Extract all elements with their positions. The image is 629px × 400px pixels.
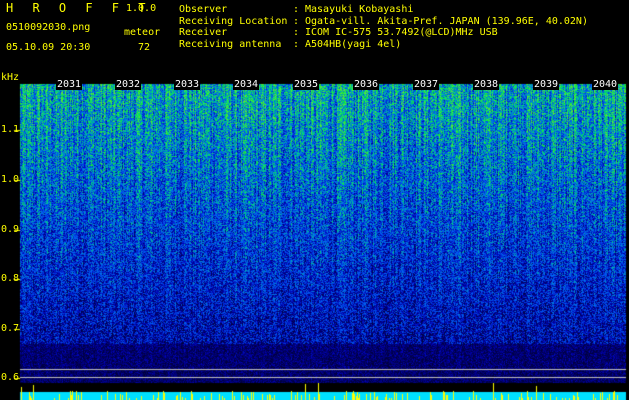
date-time: 05.10.09 20:30 (6, 42, 91, 53)
info-separator: : (293, 38, 306, 50)
time-label: 2039 (533, 79, 560, 90)
y-tick-label: 0.6 (1, 372, 20, 383)
info-value: ICOM IC-575 53.7492(@LCD)MHz USB (305, 27, 498, 38)
time-label: 2031 (56, 79, 83, 90)
info-row-receiver: Receiver: ICOM IC-575 53.7492(@LCD)MHz U… (179, 27, 588, 39)
info-key: Observer (179, 4, 228, 15)
info-value: Masayuki Kobayashi (305, 4, 414, 15)
y-tick-label: 1.1 (1, 124, 20, 135)
axis-unit-label: kHz (1, 72, 20, 83)
time-label: 2035 (293, 79, 320, 90)
app-version: 1.0.0 (126, 3, 157, 14)
info-row-antenna: Receiving antenna: A504HB(yagi 4el) (179, 39, 588, 51)
time-label: 2040 (592, 79, 619, 90)
info-row-observer: Observer: Masayuki Kobayashi (179, 4, 588, 16)
spectrogram-canvas (0, 0, 629, 400)
time-label: 2033 (174, 79, 201, 90)
time-label: 2036 (353, 79, 380, 90)
info-separator: : (293, 27, 306, 38)
y-tick-label: 1.0 (1, 174, 20, 185)
info-value: Ogata-vill. Akita-Pref. JAPAN (139.96E, … (305, 15, 588, 27)
info-key: Receiving antenna (179, 38, 282, 50)
y-tick-label: 0.8 (1, 273, 20, 284)
info-separator: : (293, 15, 306, 27)
info-key: Receiving Location (179, 15, 288, 27)
info-row-location: Receiving Location: Ogata-vill. Akita-Pr… (179, 16, 588, 28)
time-label: 2032 (115, 79, 142, 90)
time-label: 2038 (473, 79, 500, 90)
info-value: A504HB(yagi 4el) (305, 38, 402, 50)
file-name: 0510092030.png (6, 22, 91, 33)
time-label: 2034 (233, 79, 260, 90)
time-label: 2037 (413, 79, 440, 90)
info-key: Receiver (179, 27, 228, 38)
y-tick-label: 0.9 (1, 224, 20, 235)
mode-label: meteor (124, 27, 161, 38)
info-separator: : (293, 4, 306, 15)
y-tick-label: 0.7 (1, 323, 20, 334)
station-info: Observer: Masayuki Kobayashi Receiving L… (179, 4, 588, 50)
meteor-count: 72 (138, 42, 151, 53)
